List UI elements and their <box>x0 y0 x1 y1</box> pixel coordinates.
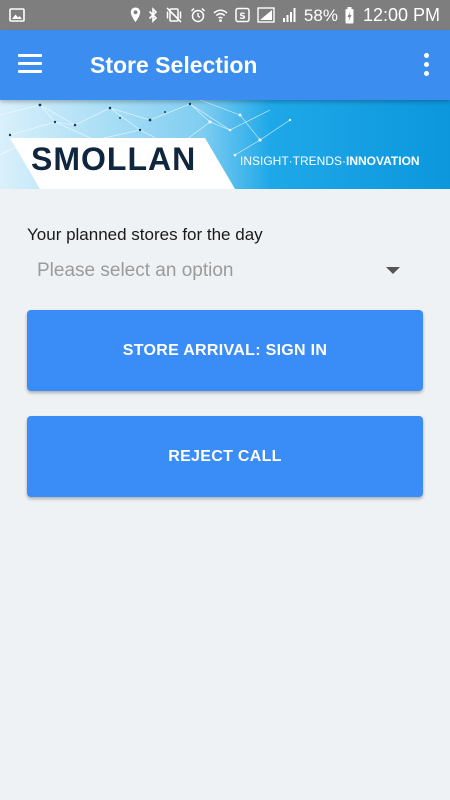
svg-text:S: S <box>239 12 245 22</box>
page-title: Store Selection <box>90 52 258 78</box>
location-icon <box>130 7 141 22</box>
brand-tagline: INSIGHT·TRENDS·INNOVATION <box>240 153 420 169</box>
battery-percent: 58% <box>303 5 338 25</box>
tagline-part-2: TRENDS <box>292 154 343 168</box>
more-vertical-icon[interactable] <box>422 52 430 78</box>
planned-stores-label: Your planned stores for the day <box>27 225 263 244</box>
select-placeholder: Please select an option <box>37 260 234 281</box>
signal-box-icon <box>257 7 275 23</box>
bluetooth-icon <box>148 7 158 23</box>
tagline-part-1: INSIGHT <box>240 154 289 168</box>
battery-charging-icon <box>345 6 354 23</box>
store-arrival-sign-in-button[interactable]: STORE ARRIVAL: SIGN IN <box>27 310 423 391</box>
store-select-dropdown[interactable]: Please select an option <box>27 252 410 290</box>
dropdown-arrow-icon <box>386 267 400 274</box>
app-screen: S 58% 12:00 PM Store Selection SMOLLAN I… <box>0 0 450 800</box>
cell-signal-icon <box>282 8 296 22</box>
alarm-icon <box>190 7 205 23</box>
app-bar: Store Selection <box>0 30 450 100</box>
brand-logo: SMOLLAN <box>31 141 197 177</box>
status-right-icons: S 58% 12:00 PM <box>130 6 440 24</box>
vibrate-mute-icon <box>166 7 182 23</box>
clock: 12:00 PM <box>362 5 440 25</box>
wifi-icon <box>213 9 228 22</box>
data-saver-icon: S <box>235 7 250 23</box>
image-icon <box>9 8 25 22</box>
reject-call-button-label: REJECT CALL <box>168 447 282 465</box>
status-bar: S 58% 12:00 PM <box>0 0 450 30</box>
tagline-part-3: INNOVATION <box>346 154 420 168</box>
store-arrival-button-label: STORE ARRIVAL: SIGN IN <box>122 341 328 359</box>
status-left-icons <box>9 8 25 22</box>
reject-call-button[interactable]: REJECT CALL <box>27 416 423 497</box>
menu-icon[interactable] <box>18 54 42 74</box>
